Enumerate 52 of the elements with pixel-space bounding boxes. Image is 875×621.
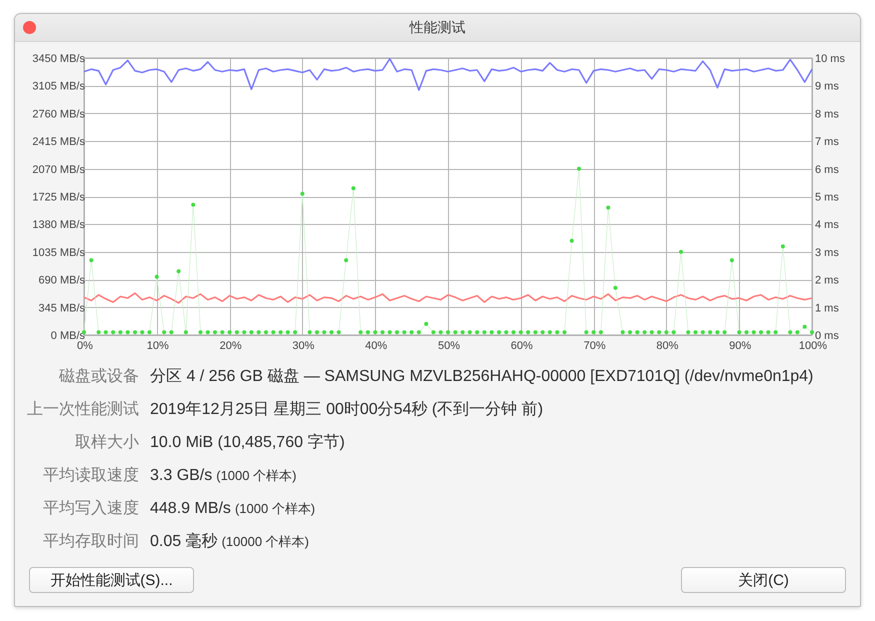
- right-axis-label: 9 ms: [815, 80, 839, 93]
- right-axis-label: 0 ms: [815, 330, 839, 342]
- y-axis-label: 690 MB/s: [38, 274, 85, 287]
- right-axis-label: 1 ms: [815, 302, 839, 314]
- x-axis-label: 90%: [729, 340, 752, 352]
- close-icon[interactable]: [23, 21, 36, 34]
- field-label: 磁盘或设备: [58, 366, 139, 387]
- right-axis-label: 8 ms: [815, 108, 839, 120]
- field-label: 取样大小: [74, 432, 139, 453]
- field-value: 3.3 GB/s: [150, 466, 212, 484]
- x-axis-label: 30%: [292, 340, 314, 352]
- right-axis-label: 5 ms: [815, 192, 839, 204]
- y-axis-label: 1035 MB/s: [32, 246, 85, 259]
- y-axis-label: 2070 MB/s: [32, 164, 85, 176]
- right-axis-label: 6 ms: [815, 164, 839, 176]
- close-button[interactable]: 关闭(C): [681, 567, 846, 593]
- y-axis-label: 3105 MB/s: [32, 80, 85, 93]
- field-value: 2019年12月25日 星期三 00时00分54秒 (不到一分钟 前): [150, 400, 544, 420]
- right-axis-label: 2 ms: [815, 274, 839, 287]
- right-axis-label: 4 ms: [815, 219, 839, 232]
- field-label: 上一次性能测试: [26, 400, 139, 420]
- field-value: 分区 4 / 256 GB 磁盘 — SAMSUNG MZVLB256HAHQ-00000 [EXD7101Q] (/dev/nvme0n1p4): [150, 367, 814, 387]
- start-benchmark-button[interactable]: 开始性能测试(S)...: [29, 567, 194, 593]
- x-axis-label: 80%: [656, 340, 678, 352]
- field-value: 448.9 MB/s: [150, 500, 231, 518]
- field-value: 10.0 MiB (10,485,760 字节): [150, 432, 345, 453]
- y-axis-label: 0 MB/s: [50, 330, 85, 342]
- y-axis-label: 3450 MB/s: [32, 53, 85, 65]
- sample-count: (10000 个样本): [222, 533, 310, 551]
- right-axis-label: 10 ms: [815, 53, 845, 65]
- x-axis-label: 60%: [510, 340, 533, 352]
- field-label: 平均存取时间: [42, 532, 139, 552]
- sample-count: (1000 个样本): [216, 466, 296, 484]
- right-axis-label: 7 ms: [815, 136, 839, 148]
- x-axis-label: 0%: [77, 340, 93, 352]
- x-axis-label: 100%: [798, 340, 828, 352]
- x-axis-label: 20%: [220, 340, 242, 352]
- window-title: 性能测试: [410, 18, 466, 36]
- y-axis-label: 1380 MB/s: [32, 219, 85, 232]
- field-label: 平均写入速度: [42, 498, 139, 519]
- y-axis-label: 1725 MB/s: [32, 192, 85, 204]
- x-axis-label: 40%: [365, 340, 388, 352]
- field-value: 0.05 毫秒: [150, 532, 218, 552]
- x-axis-label: 50%: [438, 340, 460, 352]
- right-axis-label: 3 ms: [815, 246, 839, 259]
- y-axis-label: 2415 MB/s: [32, 136, 85, 148]
- x-axis-label: 70%: [584, 340, 606, 352]
- y-axis-label: 2760 MB/s: [32, 108, 85, 120]
- x-axis-label: 10%: [146, 340, 169, 352]
- y-axis-label: 345 MB/s: [38, 302, 85, 314]
- sample-count: (1000 个样本): [234, 500, 316, 518]
- field-label: 平均读取速度: [42, 466, 139, 486]
